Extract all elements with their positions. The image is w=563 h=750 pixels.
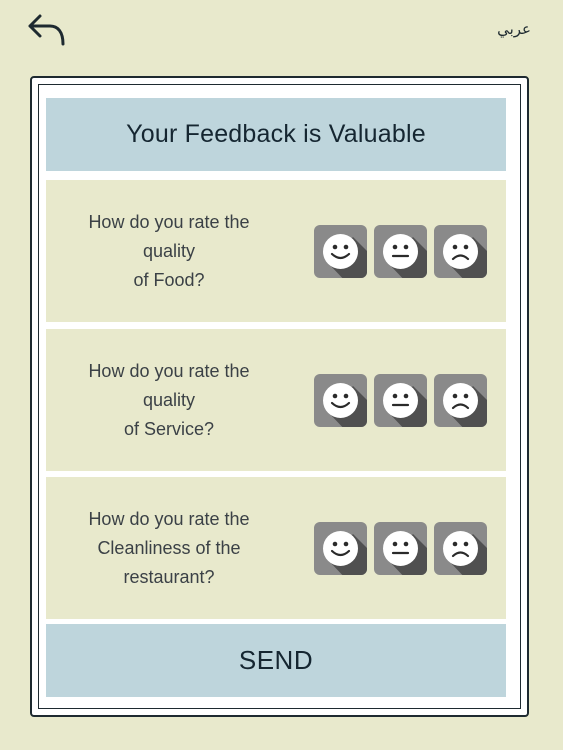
back-arrow-icon — [28, 14, 65, 46]
question-text-cleanliness: How do you rate the Cleanliness of the r… — [88, 508, 250, 587]
food-neutral-button[interactable] — [374, 225, 427, 278]
food-sad-button[interactable] — [434, 225, 487, 278]
question-row-service: How do you rate the quality of Service? — [46, 329, 506, 471]
smiley-happy-icon — [323, 531, 367, 575]
title-band: Your Feedback is Valuable — [46, 98, 506, 171]
smiley-neutral-icon — [383, 383, 427, 427]
rating-options-service — [314, 374, 487, 427]
food-happy-button[interactable] — [314, 225, 367, 278]
question-row-food: How do you rate the quality of Food? — [46, 180, 506, 322]
question-text-service: How do you rate the quality of Service? — [88, 360, 250, 439]
rating-options-cleanliness — [314, 522, 487, 575]
smiley-sad-icon — [443, 383, 487, 427]
feedback-card: Your Feedback is Valuable How do you rat… — [30, 76, 529, 717]
smiley-sad-icon — [443, 234, 487, 278]
cleanliness-neutral-button[interactable] — [374, 522, 427, 575]
service-happy-button[interactable] — [314, 374, 367, 427]
smiley-happy-icon — [323, 234, 367, 278]
form-title: Your Feedback is Valuable — [126, 120, 426, 148]
service-neutral-button[interactable] — [374, 374, 427, 427]
cleanliness-sad-button[interactable] — [434, 522, 487, 575]
smiley-neutral-icon — [383, 531, 427, 575]
question-text-food: How do you rate the quality of Food? — [88, 211, 250, 290]
send-label: SEND — [238, 645, 314, 675]
smiley-happy-icon — [323, 383, 367, 427]
smiley-sad-icon — [443, 531, 487, 575]
smiley-neutral-icon — [383, 234, 427, 278]
service-sad-button[interactable] — [434, 374, 487, 427]
send-button[interactable]: SEND — [46, 624, 506, 697]
question-row-cleanliness: How do you rate the Cleanliness of the r… — [46, 477, 506, 619]
rating-options-food — [314, 225, 487, 278]
language-toggle[interactable]: عربي — [497, 20, 531, 38]
cleanliness-happy-button[interactable] — [314, 522, 367, 575]
back-button[interactable] — [26, 12, 68, 48]
